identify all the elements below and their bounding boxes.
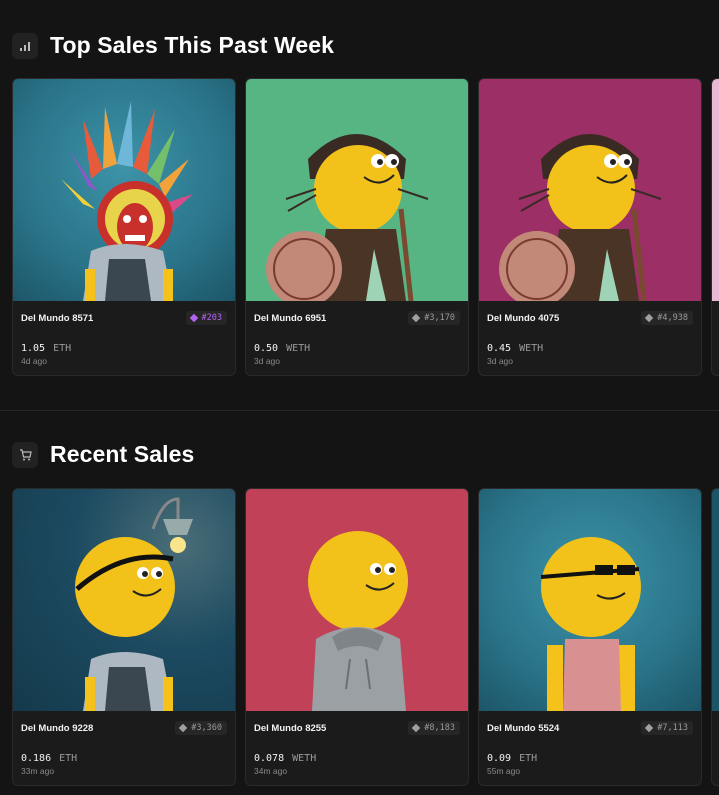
rank-value: #8,183 [424,723,455,733]
card-body: Del Mundo 6951 #3,170 0.50 WETH 3d ago [246,301,468,366]
nft-card[interactable]: Del Mundo 8255 #8,183 0.078 WETH 34m ago [245,488,469,786]
price-currency: ETH [519,753,538,764]
diamond-icon [645,723,654,733]
sale-price: 0.09 ETH [487,753,693,764]
price-value: 0.50 [254,343,279,354]
nft-image[interactable] [479,79,701,301]
sale-time: 3d ago [487,356,513,366]
card-body: Del Mundo 8571 #203 1.05 ETH 4d ago [13,301,235,366]
nft-card[interactable]: Del Mundo 4075 #4,938 0.45 WETH 3d ago [478,78,702,376]
bar-chart-icon [12,32,38,59]
sale-price: 1.05 ETH [21,343,227,354]
diamond-icon [645,313,654,323]
price-value: 0.186 [21,753,52,764]
rank-badge: #203 [185,311,227,325]
sale-time: 3d ago [254,356,280,366]
sale-time: 55m ago [487,766,521,776]
nft-image[interactable] [13,79,235,301]
nft-image[interactable] [712,489,719,711]
card-body: Del Mundo 9228 #3,360 0.186 ETH 33m ago [13,711,235,776]
diamond-icon [412,723,421,733]
nft-card[interactable]: Del Mundo 6951 #3,170 0.50 WETH 3d ago [245,78,469,376]
nft-image[interactable] [246,79,468,301]
top-sales-header: Top Sales This Past Week [12,32,334,59]
diamond-icon [412,313,421,323]
rank-badge: #7,113 [641,721,693,735]
nft-image[interactable] [712,79,719,301]
nft-card-partial[interactable] [711,78,719,376]
card-body: Del Mundo 5524 #7,113 0.09 ETH 55m ago [479,711,701,776]
top-sales-section: Top Sales This Past Week Del Mundo 8571 … [0,0,719,411]
price-currency: ETH [59,753,78,764]
recent-sales-cards: Del Mundo 9228 #3,360 0.186 ETH 33m ago [12,488,719,786]
price-currency: WETH [292,753,317,764]
price-currency: ETH [53,343,72,354]
rank-value: #3,360 [191,723,222,733]
nft-card[interactable]: Del Mundo 9228 #3,360 0.186 ETH 33m ago [12,488,236,786]
sale-price: 0.50 WETH [254,343,460,354]
rank-value: #7,113 [657,723,688,733]
nft-card[interactable]: Del Mundo 5524 #7,113 0.09 ETH 55m ago [478,488,702,786]
diamond-icon [189,313,198,323]
sale-price: 0.45 WETH [487,343,693,354]
diamond-icon [179,723,188,733]
card-body: Del Mundo 8255 #8,183 0.078 WETH 34m ago [246,711,468,776]
rank-badge: #3,170 [408,311,460,325]
price-currency: WETH [286,343,311,354]
nft-image[interactable] [246,489,468,711]
rank-value: #4,938 [657,313,688,323]
sale-price: 0.078 WETH [254,753,460,764]
card-body: Del Mundo 4075 #4,938 0.45 WETH 3d ago [479,301,701,366]
sale-price: 0.186 ETH [21,753,227,764]
price-value: 0.09 [487,753,512,764]
nft-image[interactable] [13,489,235,711]
rank-badge: #8,183 [408,721,460,735]
recent-sales-header: Recent Sales [12,441,194,468]
rank-value: #3,170 [424,313,455,323]
price-currency: WETH [519,343,544,354]
price-value: 0.078 [254,753,285,764]
rank-badge: #3,360 [175,721,227,735]
sale-time: 34m ago [254,766,288,776]
rank-value: #203 [201,313,222,323]
section-title: Recent Sales [50,441,195,467]
section-title: Top Sales This Past Week [50,32,335,58]
sale-time: 4d ago [21,356,47,366]
top-sales-cards: Del Mundo 8571 #203 1.05 ETH 4d ago Del … [12,78,719,376]
cart-icon [12,441,38,468]
recent-sales-section: Recent Sales Del Mundo 9228 #3,360 0.186… [0,411,719,795]
nft-card-partial[interactable] [711,488,719,786]
nft-card[interactable]: Del Mundo 8571 #203 1.05 ETH 4d ago [12,78,236,376]
nft-image[interactable] [479,489,701,711]
sale-time: 33m ago [21,766,55,776]
rank-badge: #4,938 [641,311,693,325]
price-value: 1.05 [21,343,46,354]
price-value: 0.45 [487,343,512,354]
